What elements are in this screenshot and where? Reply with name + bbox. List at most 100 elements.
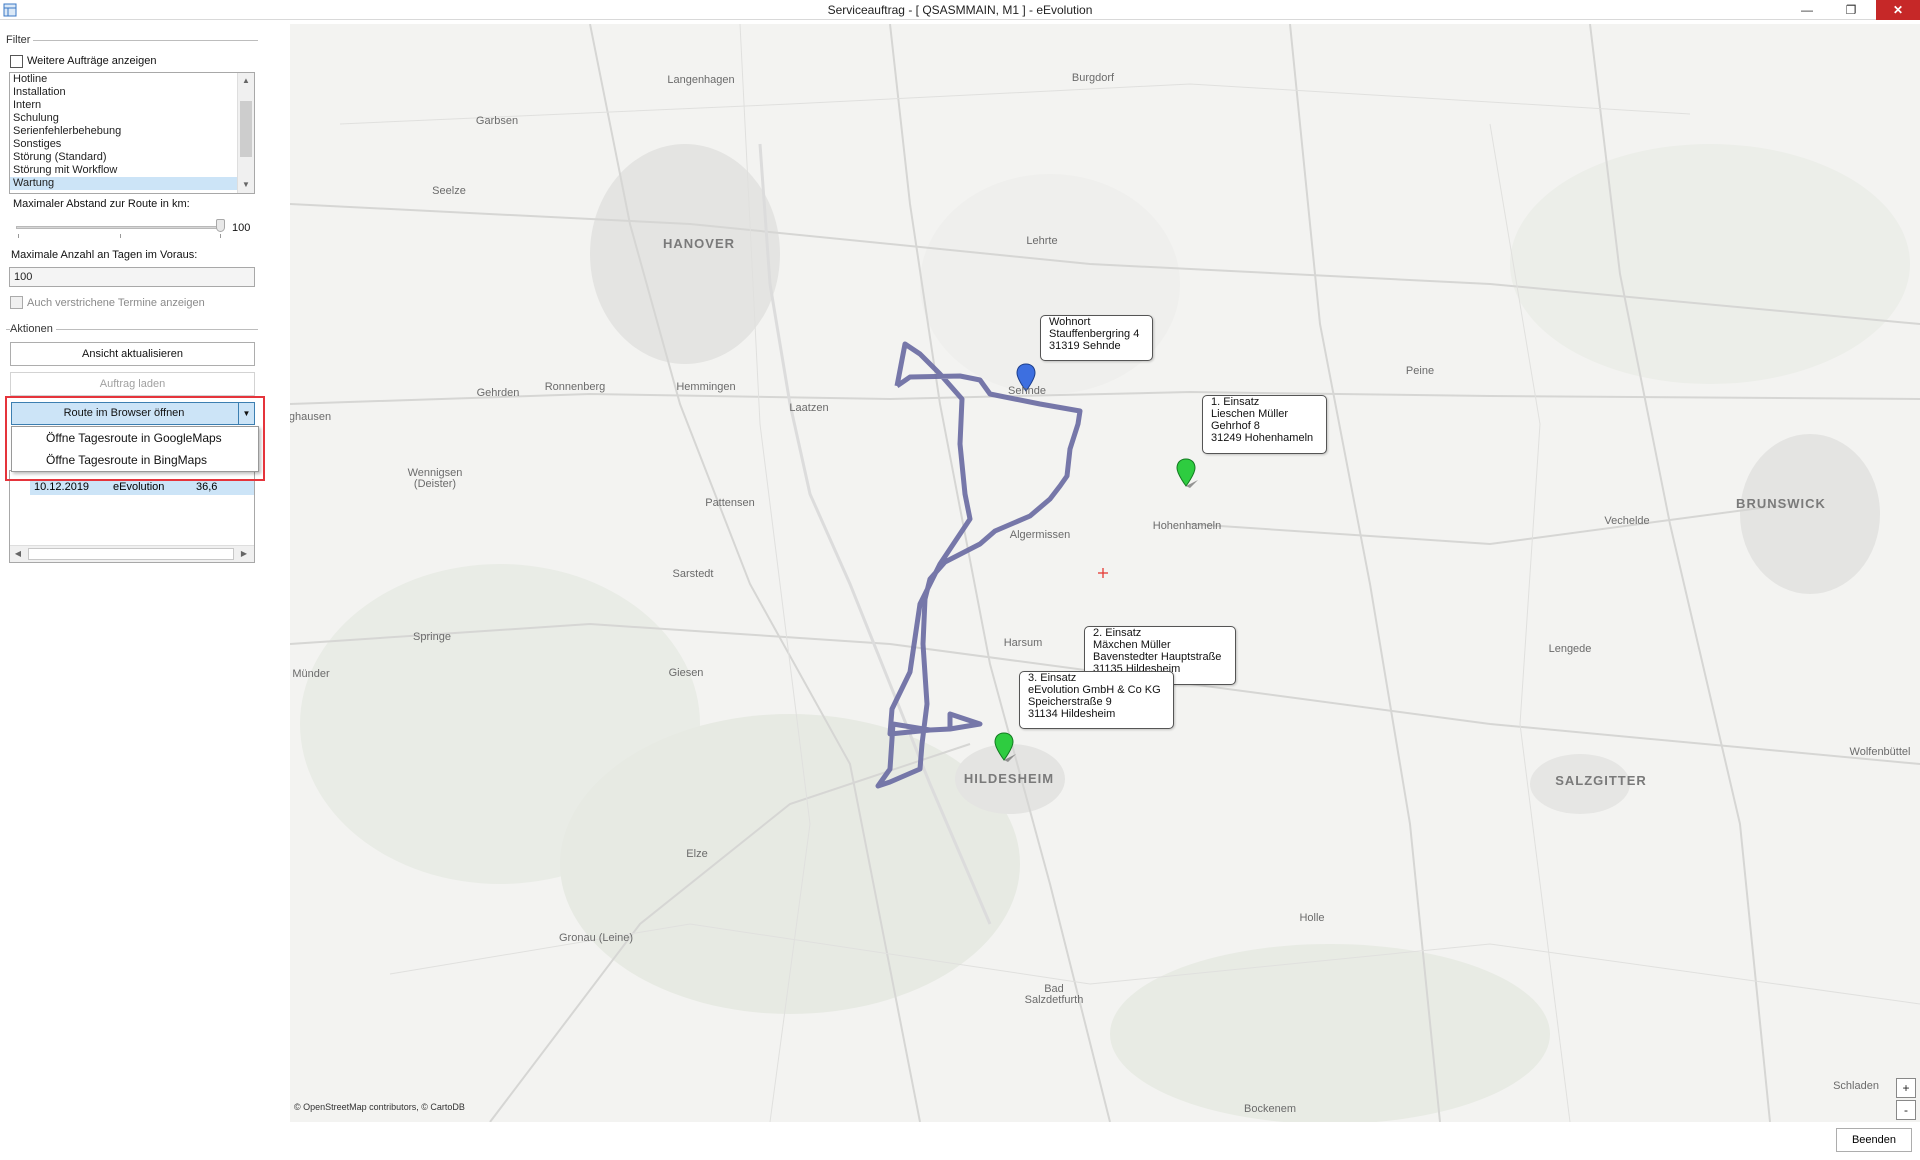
place-label: Burgdorf — [1071, 72, 1115, 84]
place-label: Gronau (Leine) — [559, 932, 633, 944]
list-item[interactable]: Hotline — [10, 73, 238, 86]
center-crosshair-icon — [1098, 568, 1108, 578]
list-item[interactable]: Sonstiges — [10, 138, 238, 151]
place-label: Langenhagen — [667, 74, 735, 86]
window-title: Serviceauftrag - [ QSASMMAIN, M1 ] - eEv… — [827, 3, 1093, 17]
max-distance-slider-thumb[interactable] — [216, 219, 225, 232]
place-label: Holle — [1299, 912, 1325, 924]
place-label: Seelze — [432, 185, 466, 197]
place-label: Pattensen — [705, 497, 755, 509]
map-base — [290, 24, 1920, 1122]
grid-scroll-thumb[interactable] — [28, 548, 234, 560]
load-order-button[interactable]: Auftrag laden — [10, 372, 255, 396]
place-label: Ronnenberg — [544, 381, 606, 393]
route-distance: 36,6 — [196, 481, 218, 493]
place-label: Harsum — [1003, 637, 1043, 649]
callout-line: Bavenstedter Hauptstraße — [1093, 651, 1222, 663]
callout-line: 1. Einsatz — [1211, 396, 1260, 408]
place-label: Wolfenbüttel — [1849, 746, 1911, 758]
scroll-down-icon[interactable]: ▼ — [238, 177, 254, 193]
place-label: Peine — [1405, 365, 1435, 377]
scroll-right-icon[interactable]: ▶ — [236, 546, 252, 562]
slider-tick — [220, 234, 221, 238]
list-item[interactable]: Wartung — [10, 177, 238, 190]
callout-line: 2. Einsatz — [1093, 627, 1142, 639]
map-attribution[interactable]: © OpenStreetMap contributors, © CartoDB — [294, 1102, 465, 1112]
callout-line: 31249 Hohenhameln — [1211, 432, 1314, 444]
place-label: Hohenhameln — [1152, 520, 1222, 532]
stop3-callout: 3. Einsatz eEvolution GmbH & Co KG Speic… — [1019, 671, 1174, 729]
grid-hscrollbar[interactable]: ◀ ▶ — [10, 545, 254, 562]
route-date: 10.12.2019 — [34, 481, 90, 493]
zoom-out-button[interactable]: - — [1896, 1100, 1916, 1120]
maximize-button[interactable]: ❐ — [1834, 0, 1868, 20]
place-label: Algermissen — [1009, 529, 1071, 541]
route-name: eEvolution — [113, 481, 165, 493]
callout-line: Mäxchen Müller — [1093, 639, 1171, 651]
minimize-button[interactable]: — — [1790, 0, 1824, 20]
zoom-in-button[interactable]: + — [1896, 1078, 1916, 1098]
callout-line: Gehrhof 8 — [1211, 420, 1260, 432]
actions-group-label: Aktionen — [10, 323, 56, 335]
callout-line: Wohnort — [1049, 316, 1091, 328]
place-label: Gehrden — [476, 387, 520, 399]
stop1-callout: 1. Einsatz Lieschen Müller Gehrhof 8 312… — [1202, 395, 1327, 454]
stop3-marker-icon[interactable] — [994, 732, 1018, 764]
list-item[interactable]: Störung (Standard) — [10, 151, 238, 164]
place-label: Sarstedt — [672, 568, 714, 580]
list-item[interactable]: Intern — [10, 99, 238, 112]
place-label: Vechelde — [1604, 515, 1650, 527]
place-label: Münder — [292, 668, 330, 680]
max-distance-value: 100 — [232, 222, 251, 234]
place-label: HANOVER — [662, 236, 736, 251]
listbox-scrollbar[interactable]: ▲ ▼ — [237, 73, 254, 193]
place-label: Lehrte — [1026, 235, 1058, 247]
order-type-list: Hotline Installation Intern Schulung Serienf… — [10, 73, 254, 190]
map-view[interactable]: Langenhagen Burgdorf Garbsen Seelze HANOVER L… — [290, 24, 1920, 1122]
scroll-left-icon[interactable]: ◀ — [10, 546, 26, 562]
callout-line: eEvolution GmbH & Co KG — [1028, 684, 1161, 696]
callout-line: 3. Einsatz — [1028, 672, 1077, 684]
place-label: HILDESHEIM — [963, 771, 1055, 786]
callout-line: Lieschen Müller — [1211, 408, 1289, 420]
list-item[interactable]: Schulung — [10, 112, 238, 125]
past-appointments-label: Auch verstrichene Termine anzeigen — [27, 297, 205, 309]
place-label: Bad Salzdetfurth — [1024, 983, 1084, 1006]
list-item[interactable]: Störung mit Workflow — [10, 164, 238, 177]
place-label: Wennigsen (Deister) — [407, 467, 463, 490]
place-label: Giesen — [668, 667, 704, 679]
max-days-label: Maximale Anzahl an Tagen im Voraus: — [11, 249, 198, 261]
table-row[interactable]: 10.12.2019 eEvolution 36,6 — [30, 479, 254, 495]
scroll-up-icon[interactable]: ▲ — [238, 73, 254, 89]
place-label: Springe — [413, 631, 451, 643]
route-grid[interactable]: 10.12.2019 eEvolution 36,6 ◀ ▶ — [9, 470, 255, 563]
filter-group-line — [6, 40, 258, 41]
place-label: ghausen — [290, 411, 332, 423]
stop1-marker-icon[interactable] — [1176, 458, 1200, 490]
place-label: Laatzen — [789, 402, 829, 414]
filter-group-label: Filter — [6, 34, 34, 46]
list-item[interactable]: Serienfehlerbehebung — [10, 125, 238, 138]
place-label: Sehnde — [1008, 385, 1046, 397]
title-bar: Serviceauftrag - [ QSASMMAIN, M1 ] - eEv… — [0, 0, 1920, 20]
max-days-input[interactable]: 100 — [9, 267, 255, 287]
place-label: Hemmingen — [676, 381, 736, 393]
max-distance-slider[interactable] — [16, 226, 222, 229]
place-label: SALZGITTER — [1555, 773, 1647, 788]
close-button[interactable]: ✕ — [1876, 0, 1920, 20]
list-item[interactable]: Installation — [10, 86, 238, 99]
annotation-highlight — [5, 396, 265, 481]
place-label: Bockenem — [1244, 1103, 1296, 1115]
order-type-listbox[interactable]: Hotline Installation Intern Schulung Serienf… — [9, 72, 255, 194]
callout-line: 31134 Hildesheim — [1028, 708, 1116, 720]
callout-line: 31319 Sehnde — [1049, 340, 1121, 352]
finish-button[interactable]: Beenden — [1836, 1128, 1912, 1152]
place-label: BRUNSWICK — [1736, 496, 1826, 511]
show-more-orders-label: Weitere Aufträge anzeigen — [27, 55, 157, 67]
scroll-thumb[interactable] — [240, 101, 252, 157]
past-appointments-checkbox[interactable] — [10, 296, 23, 309]
max-distance-label: Maximaler Abstand zur Route in km: — [13, 198, 190, 210]
show-more-orders-checkbox[interactable] — [10, 55, 23, 68]
refresh-view-button[interactable]: Ansicht aktualisieren — [10, 342, 255, 366]
place-label: Garbsen — [475, 115, 519, 127]
